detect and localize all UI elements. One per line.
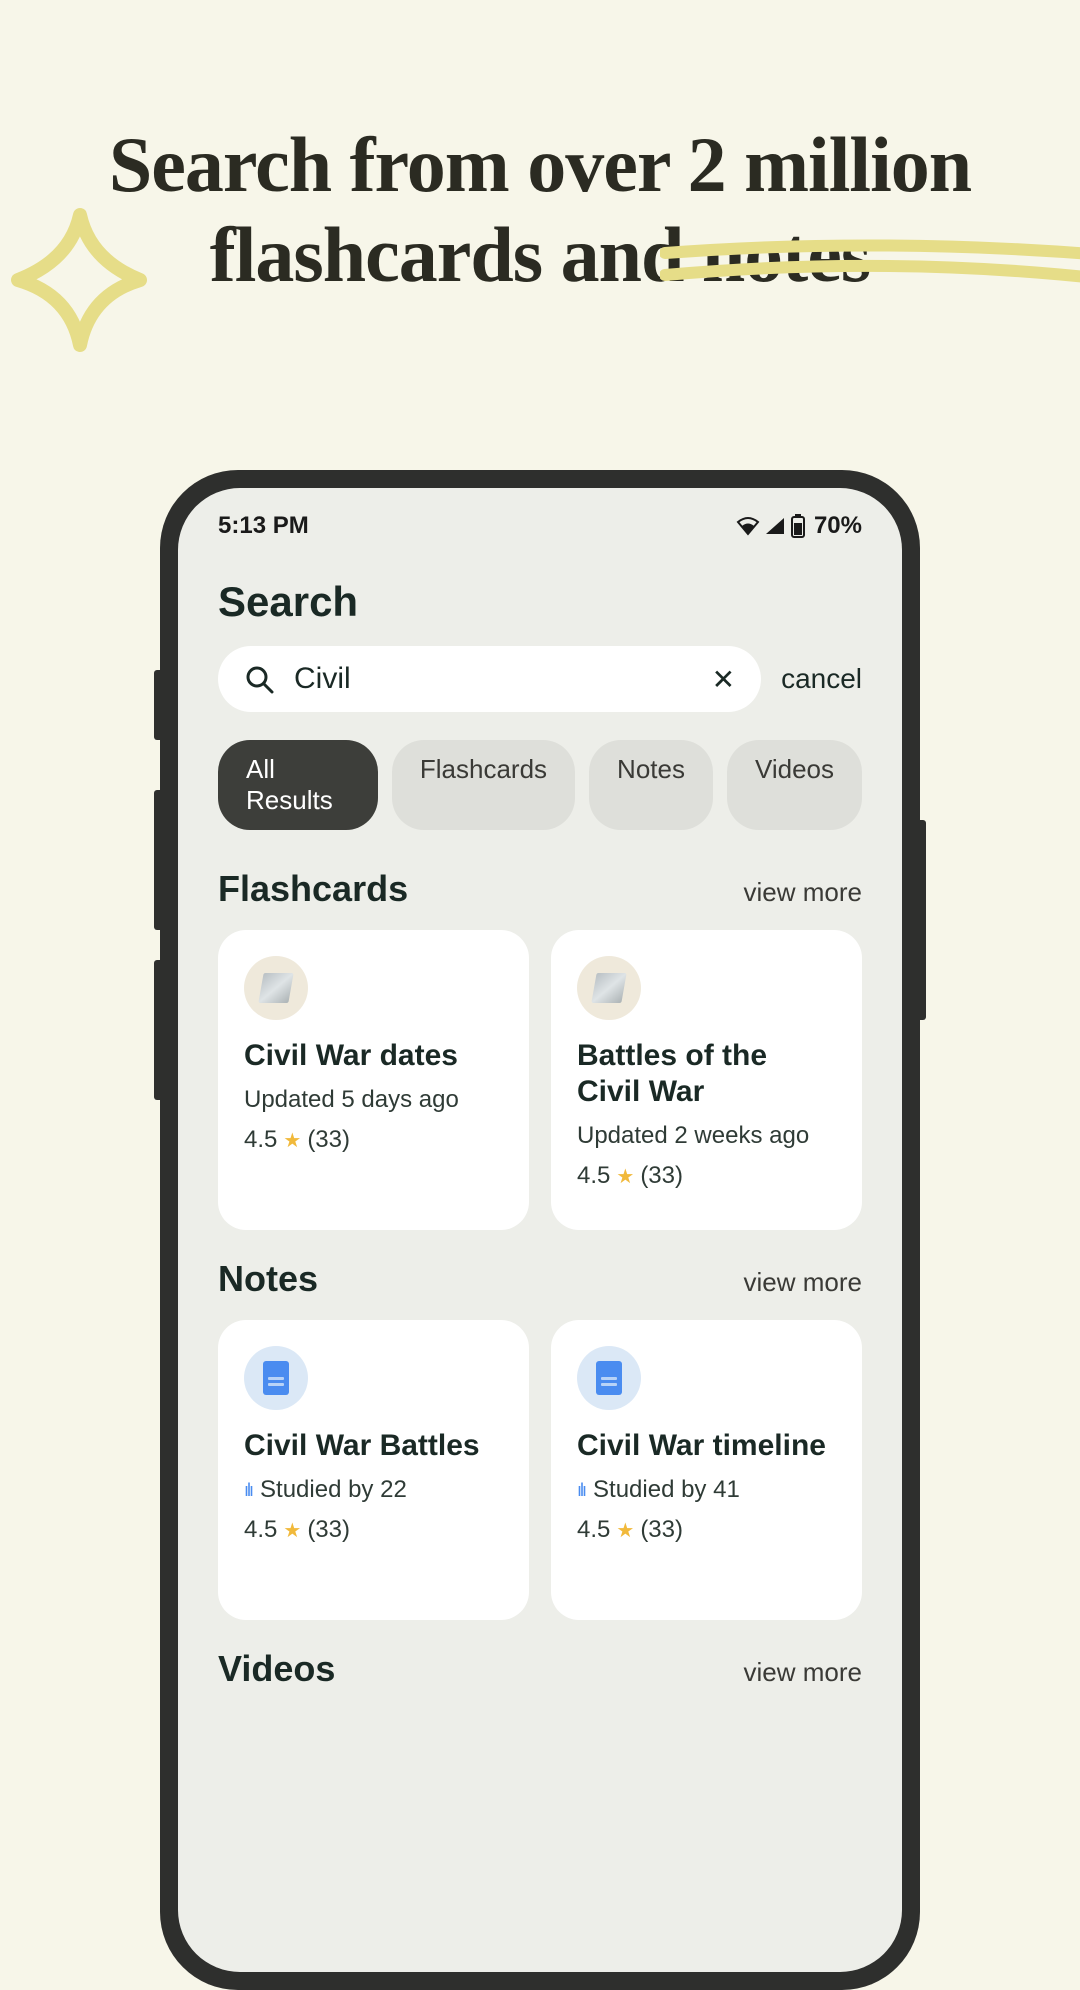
phone-power-button bbox=[920, 820, 926, 1020]
filter-tabs: All Results Flashcards Notes Videos bbox=[178, 712, 902, 840]
chart-icon: ılı bbox=[577, 1480, 585, 1501]
card-studied: ılıStudied by 41 bbox=[577, 1476, 836, 1504]
search-box[interactable]: ✕ bbox=[218, 646, 761, 712]
status-icons bbox=[736, 514, 806, 538]
phone-frame: 5:13 PM 70% Search ✕ cancel All Results … bbox=[160, 470, 920, 1990]
star-icon: ★ bbox=[283, 1128, 301, 1153]
status-battery: 70% bbox=[814, 512, 862, 540]
note-result[interactable]: Civil War Battles ılıStudied by 22 4.5★(… bbox=[218, 1320, 529, 1620]
flashcards-section: Flashcards view more Civil War dates Upd… bbox=[178, 840, 902, 1230]
flashcard-icon bbox=[577, 956, 641, 1020]
tab-notes[interactable]: Notes bbox=[589, 740, 713, 830]
wifi-icon bbox=[736, 516, 760, 536]
search-icon bbox=[244, 664, 274, 694]
search-input[interactable] bbox=[294, 662, 692, 696]
flashcard-icon bbox=[244, 956, 308, 1020]
flashcard-result[interactable]: Civil War dates Updated 5 days ago 4.5★(… bbox=[218, 930, 529, 1230]
underline-decoration bbox=[660, 235, 1080, 305]
flashcard-result[interactable]: Battles of the Civil War Updated 2 weeks… bbox=[551, 930, 862, 1230]
card-updated: Updated 5 days ago bbox=[244, 1086, 503, 1114]
videos-view-more[interactable]: view more bbox=[744, 1657, 862, 1688]
notes-section: Notes view more Civil War Battles ılıStu… bbox=[178, 1230, 902, 1620]
phone-side-button bbox=[154, 670, 160, 740]
card-rating: 4.5★(33) bbox=[577, 1162, 836, 1190]
cancel-button[interactable]: cancel bbox=[781, 663, 862, 695]
card-rating: 4.5★(33) bbox=[244, 1126, 503, 1154]
status-bar: 5:13 PM 70% bbox=[178, 488, 902, 548]
star-icon: ★ bbox=[283, 1518, 301, 1543]
card-title: Civil War timeline bbox=[577, 1428, 836, 1464]
chart-icon: ılı bbox=[244, 1480, 252, 1501]
phone-volume-up bbox=[154, 790, 160, 930]
clear-search-button[interactable]: ✕ bbox=[712, 663, 735, 696]
status-time: 5:13 PM bbox=[218, 512, 309, 540]
star-icon: ★ bbox=[616, 1164, 634, 1189]
card-title: Civil War Battles bbox=[244, 1428, 503, 1464]
videos-section: Videos view more bbox=[178, 1620, 902, 1690]
card-title: Battles of the Civil War bbox=[577, 1038, 836, 1110]
phone-volume-down bbox=[154, 960, 160, 1100]
page-title: Search bbox=[178, 548, 902, 646]
tab-videos[interactable]: Videos bbox=[727, 740, 862, 830]
card-updated: Updated 2 weeks ago bbox=[577, 1122, 836, 1150]
signal-icon bbox=[764, 516, 786, 536]
phone-screen: 5:13 PM 70% Search ✕ cancel All Results … bbox=[178, 488, 902, 1972]
card-title: Civil War dates bbox=[244, 1038, 503, 1074]
videos-title: Videos bbox=[218, 1648, 335, 1690]
sparkle-decoration bbox=[0, 200, 160, 360]
tab-all-results[interactable]: All Results bbox=[218, 740, 378, 830]
card-rating: 4.5★(33) bbox=[577, 1516, 836, 1544]
card-studied: ılıStudied by 22 bbox=[244, 1476, 503, 1504]
note-icon bbox=[244, 1346, 308, 1410]
tab-flashcards[interactable]: Flashcards bbox=[392, 740, 575, 830]
battery-icon bbox=[790, 514, 806, 538]
notes-title: Notes bbox=[218, 1258, 318, 1300]
star-icon: ★ bbox=[616, 1518, 634, 1543]
card-rating: 4.5★(33) bbox=[244, 1516, 503, 1544]
flashcards-title: Flashcards bbox=[218, 868, 408, 910]
flashcards-view-more[interactable]: view more bbox=[744, 877, 862, 908]
notes-view-more[interactable]: view more bbox=[744, 1267, 862, 1298]
note-result[interactable]: Civil War timeline ılıStudied by 41 4.5★… bbox=[551, 1320, 862, 1620]
note-icon bbox=[577, 1346, 641, 1410]
